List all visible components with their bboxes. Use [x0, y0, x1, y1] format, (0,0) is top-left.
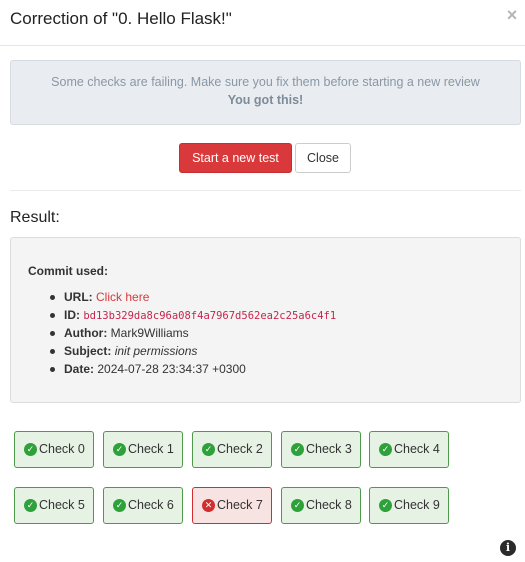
close-icon[interactable]: ×: [505, 6, 519, 24]
author-key: Author:: [64, 326, 108, 340]
result-heading: Result:: [10, 209, 60, 226]
check-button-3[interactable]: ✓ Check 3: [281, 431, 361, 468]
check-button-6[interactable]: ✓ Check 6: [103, 487, 183, 524]
check-circle-icon: ✓: [379, 499, 392, 512]
info-icon[interactable]: i: [500, 540, 516, 556]
date-key: Date:: [64, 362, 95, 376]
commit-subject-value: init permissions: [114, 344, 198, 358]
check-label: Check 3: [306, 442, 352, 456]
divider: [10, 190, 521, 191]
commit-date-value: 2024-07-28 23:34:37 +0300: [97, 362, 246, 376]
commit-url-link[interactable]: Click here: [96, 290, 149, 304]
check-label: Check 6: [128, 498, 174, 512]
url-key: URL:: [64, 290, 93, 304]
id-key: ID:: [64, 308, 80, 322]
check-circle-icon: ✓: [24, 443, 37, 456]
check-circle-icon: ✓: [379, 443, 392, 456]
commit-details: URL: Click here ID: bd13b329da8c96a08f4a…: [28, 288, 336, 378]
alert-encouragement: You got this!: [227, 93, 304, 107]
commit-subject-item: Subject: init permissions: [28, 342, 336, 360]
check-label: Check 9: [394, 498, 440, 512]
commit-author-item: Author: Mark9Williams: [28, 324, 336, 342]
check-label: Check 7: [217, 498, 263, 512]
commit-url-item: URL: Click here: [28, 288, 336, 306]
check-circle-icon: ✓: [291, 443, 304, 456]
check-circle-icon: ✓: [291, 499, 304, 512]
check-label: Check 4: [394, 442, 440, 456]
check-label: Check 2: [217, 442, 263, 456]
check-button-7[interactable]: ✕ Check 7: [192, 487, 272, 524]
check-button-4[interactable]: ✓ Check 4: [369, 431, 449, 468]
subject-key: Subject:: [64, 344, 112, 358]
check-circle-icon: ✓: [24, 499, 37, 512]
check-label: Check 1: [128, 442, 174, 456]
close-button[interactable]: Close: [295, 143, 351, 173]
action-buttons: Start a new test Close: [0, 143, 525, 173]
commit-date-item: Date: 2024-07-28 23:34:37 +0300: [28, 360, 336, 378]
check-button-5[interactable]: ✓ Check 5: [14, 487, 94, 524]
check-button-0[interactable]: ✓ Check 0: [14, 431, 94, 468]
modal-header: Correction of "0. Hello Flask!" ×: [0, 0, 525, 46]
commit-id-value: bd13b329da8c96a08f4a7967d562ea2c25a6c4f1: [83, 310, 337, 322]
alert-message: Some checks are failing. Make sure you f…: [51, 75, 480, 89]
check-label: Check 8: [306, 498, 352, 512]
failing-checks-alert: Some checks are failing. Make sure you f…: [10, 60, 521, 125]
x-circle-icon: ✕: [202, 499, 215, 512]
check-button-9[interactable]: ✓ Check 9: [369, 487, 449, 524]
check-circle-icon: ✓: [113, 499, 126, 512]
modal-title: Correction of "0. Hello Flask!": [10, 9, 232, 28]
check-button-1[interactable]: ✓ Check 1: [103, 431, 183, 468]
check-label: Check 5: [39, 498, 85, 512]
check-button-8[interactable]: ✓ Check 8: [281, 487, 361, 524]
check-circle-icon: ✓: [202, 443, 215, 456]
check-label: Check 0: [39, 442, 85, 456]
commit-heading: Commit used:: [28, 264, 109, 278]
start-new-test-button[interactable]: Start a new test: [179, 143, 292, 173]
check-button-2[interactable]: ✓ Check 2: [192, 431, 272, 468]
commit-author-value: Mark9Williams: [110, 326, 189, 340]
check-circle-icon: ✓: [113, 443, 126, 456]
commit-panel: Commit used: URL: Click here ID: bd13b32…: [10, 237, 521, 403]
commit-id-item: ID: bd13b329da8c96a08f4a7967d562ea2c25a6…: [28, 306, 336, 324]
